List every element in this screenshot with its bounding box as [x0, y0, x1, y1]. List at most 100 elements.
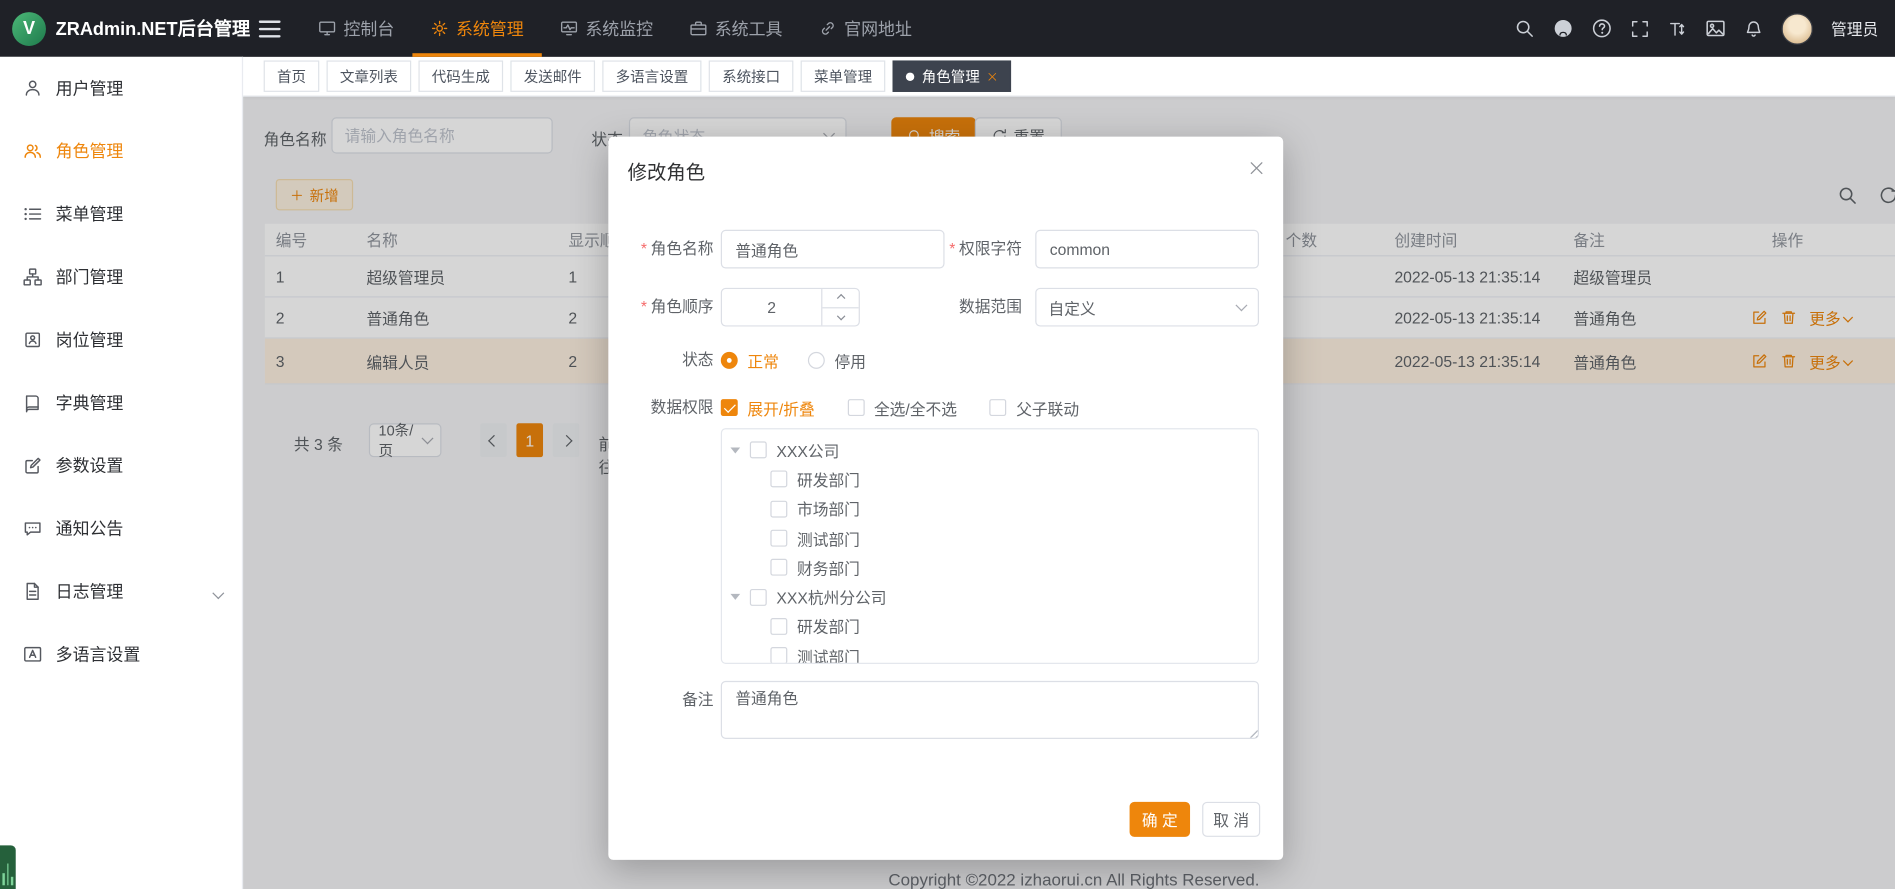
data-scope-select[interactable]: 自定义	[1035, 288, 1259, 327]
tree-node-dept[interactable]: 测试部门	[722, 641, 1258, 664]
tab-languages[interactable]: 多语言设置	[602, 60, 701, 91]
sidebar-item-label: 字典管理	[56, 391, 124, 415]
roles-icon	[23, 141, 42, 160]
close-icon[interactable]	[1248, 160, 1265, 177]
tab-article-list[interactable]: 文章列表	[327, 60, 412, 91]
tab-code-gen[interactable]: 代码生成	[418, 60, 503, 91]
font-size-icon[interactable]	[1668, 19, 1687, 38]
chevron-down-icon	[836, 312, 845, 321]
tab-label: 文章列表	[340, 66, 398, 87]
nav-item-system-tools[interactable]: 系统工具	[671, 0, 800, 57]
sidebar-item-posts[interactable]: 岗位管理	[0, 308, 242, 371]
sidebar-item-logs[interactable]: 日志管理	[0, 560, 242, 623]
sidebar-item-users[interactable]: 用户管理	[0, 57, 242, 120]
nav-label: 官网地址	[844, 16, 912, 40]
close-icon[interactable]	[987, 71, 998, 82]
radio-disabled[interactable]: 停用	[808, 349, 866, 372]
sidebar-toggle-icon[interactable]	[259, 20, 281, 37]
top-header: V ZRAdmin.NET后台管理 控制台 系统管理 系统监控 系统工具	[0, 0, 1895, 57]
increase-button[interactable]	[822, 289, 858, 308]
caret-down-icon[interactable]	[730, 594, 740, 600]
bell-icon[interactable]	[1744, 19, 1763, 38]
sidebar-item-menus[interactable]: 菜单管理	[0, 183, 242, 246]
tab-label: 多语言设置	[616, 66, 689, 87]
sidebar-item-label: 多语言设置	[56, 642, 141, 666]
checkbox-icon[interactable]	[770, 559, 787, 576]
document-icon	[23, 582, 42, 601]
edit-role-dialog: 修改角色 *角色名称 *权限字符 *角色顺序 数据范围 自定义 状态 正常 停用…	[608, 137, 1283, 860]
checkbox-icon[interactable]	[770, 500, 787, 517]
tree-node-label: 研发部门	[797, 615, 860, 638]
radio-label: 正常	[747, 349, 778, 372]
remark-textarea[interactable]: 普通角色	[721, 681, 1259, 739]
sidebar-item-languages[interactable]: 多语言设置	[0, 623, 242, 686]
sidebar-item-label: 岗位管理	[56, 328, 124, 352]
nav-item-system-manage[interactable]: 系统管理	[412, 0, 541, 57]
nav-item-system-monitor[interactable]: 系统监控	[542, 0, 671, 57]
tab-role-manage[interactable]: 角色管理	[893, 60, 1012, 91]
org-tree-icon	[23, 267, 42, 286]
tree-node-dept[interactable]: 研发部门	[722, 612, 1258, 641]
parent-child-link-checkbox[interactable]: 父子联动	[990, 396, 1080, 419]
dept-tree: XXX公司 研发部门 市场部门 测试部门 财务部门 XXX杭州分公司 研发部门 …	[721, 428, 1259, 664]
select-all-checkbox[interactable]: 全选/全不选	[847, 396, 957, 419]
checkbox-icon[interactable]	[750, 589, 767, 606]
sidebar-item-notices[interactable]: 通知公告	[0, 497, 242, 560]
radio-label: 停用	[835, 349, 866, 372]
nav-item-official-site[interactable]: 官网地址	[801, 0, 930, 57]
translate-icon	[23, 645, 42, 664]
checkbox-icon[interactable]	[750, 442, 767, 459]
tree-node-dept[interactable]: 研发部门	[722, 465, 1258, 494]
tree-node-branch[interactable]: XXX杭州分公司	[722, 582, 1258, 611]
role-order-label: *角色顺序	[608, 288, 713, 327]
tree-node-dept[interactable]: 财务部门	[722, 553, 1258, 582]
tree-node-dept[interactable]: 测试部门	[722, 524, 1258, 553]
checkbox-label: 展开/折叠	[747, 396, 814, 419]
app-logo[interactable]: V ZRAdmin.NET后台管理	[0, 0, 243, 57]
perm-char-input[interactable]	[1035, 230, 1259, 269]
tree-node-company[interactable]: XXX公司	[722, 435, 1258, 464]
tree-node-label: 测试部门	[797, 527, 860, 550]
tab-send-mail[interactable]: 发送邮件	[510, 60, 595, 91]
tree-node-label: 财务部门	[797, 556, 860, 579]
field-label: 数据范围	[959, 298, 1022, 316]
checkbox-icon[interactable]	[770, 618, 787, 635]
decrease-button[interactable]	[822, 308, 858, 326]
sidebar-item-departments[interactable]: 部门管理	[0, 246, 242, 309]
field-label: 备注	[682, 691, 713, 709]
sidebar-item-label: 参数设置	[56, 454, 124, 478]
nav-label: 控制台	[343, 16, 394, 40]
tab-system-api[interactable]: 系统接口	[709, 60, 794, 91]
cancel-button[interactable]: 取 消	[1202, 802, 1260, 837]
nav-item-console[interactable]: 控制台	[300, 0, 412, 57]
checkbox-icon[interactable]	[770, 471, 787, 488]
expand-collapse-checkbox[interactable]: 展开/折叠	[721, 396, 815, 419]
avatar[interactable]	[1781, 13, 1812, 44]
sidebar-item-dictionary[interactable]: 字典管理	[0, 371, 242, 434]
role-order-input[interactable]	[722, 289, 821, 325]
floating-widget[interactable]	[0, 845, 16, 889]
username[interactable]: 管理员	[1831, 17, 1878, 40]
tab-menu-manage[interactable]: 菜单管理	[801, 60, 886, 91]
checkbox-icon[interactable]	[770, 647, 787, 664]
link-icon	[819, 19, 837, 37]
book-icon	[23, 393, 42, 412]
help-icon[interactable]	[1592, 18, 1613, 39]
confirm-button[interactable]: 确 定	[1130, 802, 1190, 837]
radio-normal[interactable]: 正常	[721, 349, 779, 372]
tags-view: 首页 文章列表 代码生成 发送邮件 多语言设置 系统接口 菜单管理 角色管理	[243, 57, 1895, 97]
fullscreen-icon[interactable]	[1630, 19, 1649, 38]
checkbox-icon[interactable]	[770, 530, 787, 547]
github-icon[interactable]	[1553, 18, 1574, 39]
sidebar-item-label: 通知公告	[56, 516, 124, 540]
sidebar-item-parameters[interactable]: 参数设置	[0, 434, 242, 497]
checkbox-label: 全选/全不选	[874, 396, 957, 419]
screenshot-icon[interactable]	[1705, 18, 1726, 39]
tab-home[interactable]: 首页	[264, 60, 320, 91]
search-icon[interactable]	[1514, 18, 1535, 39]
role-name-input[interactable]	[721, 230, 945, 269]
tree-node-dept[interactable]: 市场部门	[722, 494, 1258, 523]
sidebar-item-roles[interactable]: 角色管理	[0, 120, 242, 183]
sidebar-item-label: 用户管理	[56, 76, 124, 100]
caret-down-icon[interactable]	[730, 447, 740, 453]
